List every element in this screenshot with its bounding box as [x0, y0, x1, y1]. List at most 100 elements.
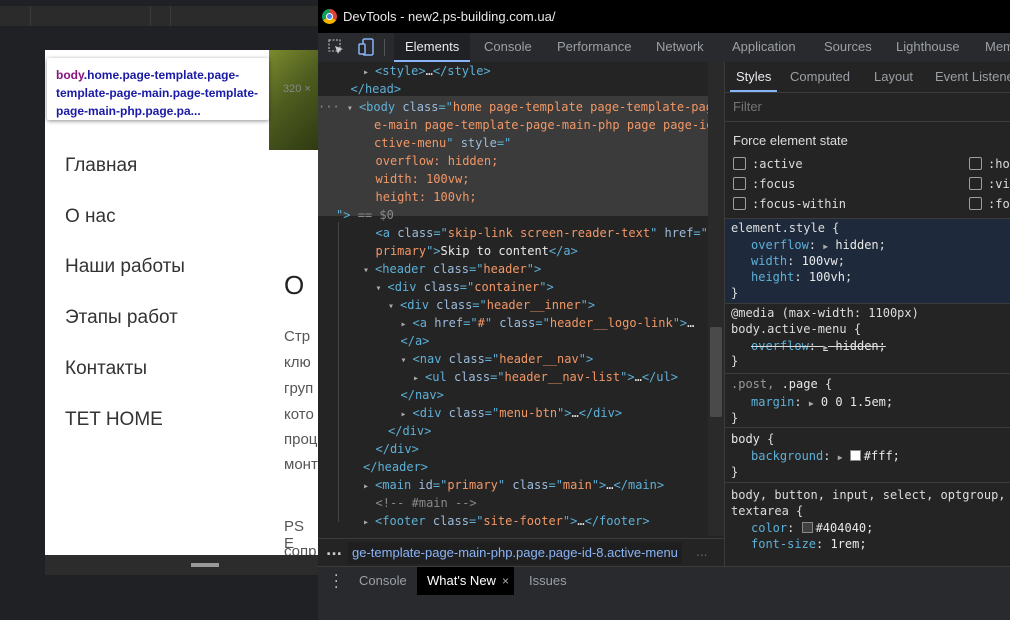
dom-node-line[interactable]: ▾ <header class="header">	[363, 260, 541, 278]
css-value[interactable]: 0 0 1.5em;	[821, 395, 893, 409]
expand-arrow-icon[interactable]: ▸	[401, 409, 413, 420]
css-property[interactable]: overflow	[751, 238, 809, 252]
dom-node-line[interactable]: ··· ▾ <body class="home page-template pa…	[318, 98, 713, 116]
viewport-resize-bar[interactable]	[45, 555, 318, 575]
drawer-menu-icon[interactable]: · · ·	[334, 569, 338, 595]
css-value[interactable]: hidden;	[835, 339, 886, 353]
scrollbar-thumb[interactable]	[710, 327, 722, 417]
device-toolbar-icon[interactable]	[358, 38, 374, 56]
checkbox-icon[interactable]	[969, 197, 982, 210]
expand-arrow-icon[interactable]: ▶	[823, 242, 828, 251]
css-value[interactable]: 100vh	[809, 270, 845, 284]
tab-sources[interactable]: Sources	[824, 33, 872, 62]
checkbox-icon[interactable]	[969, 177, 982, 190]
dom-node-line[interactable]: ▸ <ul class="header__nav-list">…</ul>	[413, 368, 678, 386]
dom-node-line[interactable]: ▸ <footer class="site-footer">…</footer>	[363, 512, 650, 530]
collapse-arrow-icon[interactable]: ▾	[363, 265, 375, 276]
dom-node-line[interactable]: "> == $0	[336, 206, 394, 224]
style-declaration[interactable]: background: ▶ #fff;	[751, 448, 900, 465]
tab-computed[interactable]: Computed	[790, 62, 850, 92]
device-viewport[interactable]: Главная О нас Наши работы Этапы работ Ко…	[45, 50, 318, 555]
expand-arrow-icon[interactable]: ▶	[809, 399, 814, 408]
collapse-arrow-icon[interactable]: ▾	[401, 355, 413, 366]
dom-node-line[interactable]: ▸ <div class="menu-btn">…</div>	[401, 404, 623, 422]
drawer-tab-console[interactable]: Console	[348, 567, 418, 595]
expand-arrow-icon[interactable]: ▶	[838, 453, 843, 462]
style-declaration[interactable]: overflow: ▶ hidden;	[751, 237, 886, 254]
css-value[interactable]: 100vw	[802, 254, 838, 268]
dom-node-line[interactable]: </a>	[401, 332, 430, 350]
breadcrumb-overflow-button[interactable]: ...	[326, 543, 342, 559]
dom-node-line[interactable]: </header>	[363, 458, 428, 476]
css-property[interactable]: width	[751, 254, 787, 268]
inspect-element-icon[interactable]	[328, 39, 344, 55]
style-declaration[interactable]: margin: ▶ 0 0 1.5em;	[751, 394, 893, 411]
dom-node-line[interactable]: e-main page-template-page-main-php page …	[374, 116, 724, 134]
dom-node-line[interactable]: ▸ <style>…</style>	[363, 62, 491, 80]
drawer-tab-issues[interactable]: Issues	[518, 567, 578, 595]
checkbox-icon[interactable]	[733, 197, 746, 210]
style-declaration[interactable]: color: #404040;	[751, 520, 873, 537]
nav-item-contacts[interactable]: Контакты	[65, 353, 185, 404]
collapse-arrow-icon[interactable]: ▾	[347, 103, 359, 114]
css-value[interactable]: 1rem;	[830, 537, 866, 551]
elements-scrollbar[interactable]	[708, 62, 724, 536]
dom-node-line[interactable]: </nav>	[401, 386, 444, 404]
state-checkbox-focus-within[interactable]: :focus-within	[733, 197, 846, 211]
checkbox-icon[interactable]	[733, 157, 746, 170]
rule-element-style[interactable]: element.style { overflow: ▶ hidden; widt…	[725, 218, 1010, 304]
close-icon[interactable]: ×	[502, 574, 509, 588]
dom-node-line[interactable]: ctive-menu" style="	[374, 134, 511, 152]
tab-lighthouse[interactable]: Lighthouse	[896, 33, 960, 62]
css-property[interactable]: overflow	[751, 339, 809, 353]
expand-arrow-icon[interactable]: ▸	[363, 517, 375, 528]
tab-console[interactable]: Console	[484, 33, 532, 62]
dom-node-line[interactable]: <!-- #main -->	[376, 494, 477, 512]
dom-node-line[interactable]: ▸ <a href="#" class="header__logo-link">…	[401, 314, 695, 332]
tab-styles[interactable]: Styles	[729, 62, 778, 92]
style-declaration[interactable]: height: 100vh;	[751, 269, 852, 286]
css-property[interactable]: margin	[751, 395, 794, 409]
css-property[interactable]: color	[751, 521, 787, 535]
tab-performance[interactable]: Performance	[557, 33, 631, 62]
node-actions-icon[interactable]: ···	[318, 100, 347, 114]
color-swatch-icon[interactable]	[849, 450, 861, 461]
css-value[interactable]: #fff;	[864, 449, 900, 463]
state-checkbox-focus[interactable]: :focus	[733, 177, 795, 191]
tab-layout[interactable]: Layout	[874, 62, 913, 92]
dom-node-line[interactable]: ▾ <div class="header__inner">	[388, 296, 595, 314]
dom-node-line[interactable]: ▾ <div class="container">	[376, 278, 554, 296]
resize-handle-icon[interactable]	[191, 563, 219, 567]
dom-node-line[interactable]: height: 100vh;	[376, 188, 477, 206]
expand-arrow-icon[interactable]: ▸	[413, 373, 425, 384]
css-property[interactable]: font-size	[751, 537, 816, 551]
nav-item-home[interactable]: Главная	[65, 150, 185, 201]
expand-arrow-icon[interactable]: ▸	[401, 319, 413, 330]
expand-arrow-icon[interactable]: ▸	[363, 67, 375, 78]
style-declaration[interactable]: width: 100vw;	[751, 253, 845, 270]
state-checkbox-hover[interactable]: :ho	[969, 157, 1010, 171]
dom-node-line[interactable]: </div>	[376, 440, 419, 458]
elements-tree[interactable]: ▸ <style>…</style> </head> ··· ▾ <body cla…	[318, 62, 724, 536]
state-checkbox-visited[interactable]: :vi	[969, 177, 1010, 191]
dom-node-line[interactable]: <a class="skip-link screen-reader-text" …	[376, 224, 716, 242]
tab-elements[interactable]: Elements	[394, 33, 471, 62]
dom-node-line[interactable]: </div>	[388, 422, 431, 440]
css-value[interactable]: #404040;	[816, 521, 874, 535]
tab-network[interactable]: Network	[656, 33, 704, 62]
state-checkbox-active[interactable]: :active	[733, 157, 803, 171]
nav-item-about[interactable]: О нас	[65, 201, 185, 251]
nav-item-tet-home[interactable]: TET HOME	[65, 404, 185, 455]
breadcrumb-more-button[interactable]: ...	[696, 545, 707, 559]
tab-event-listeners[interactable]: Event Listene	[935, 62, 1010, 92]
dom-node-line[interactable]: overflow: hidden;	[376, 152, 499, 170]
state-checkbox-focus-visible[interactable]: :fo	[969, 197, 1010, 211]
collapse-arrow-icon[interactable]: ▾	[388, 301, 400, 312]
checkbox-icon[interactable]	[969, 157, 982, 170]
expand-arrow-icon[interactable]: ▸	[363, 481, 375, 492]
checkbox-icon[interactable]	[733, 177, 746, 190]
dom-node-line[interactable]: ▾ <nav class="header__nav">	[401, 350, 594, 368]
style-declaration[interactable]: font-size: 1rem;	[751, 536, 867, 553]
filter-input[interactable]	[733, 99, 1003, 114]
overridden-declaration[interactable]: overflow: ▶ hidden;	[751, 338, 886, 355]
